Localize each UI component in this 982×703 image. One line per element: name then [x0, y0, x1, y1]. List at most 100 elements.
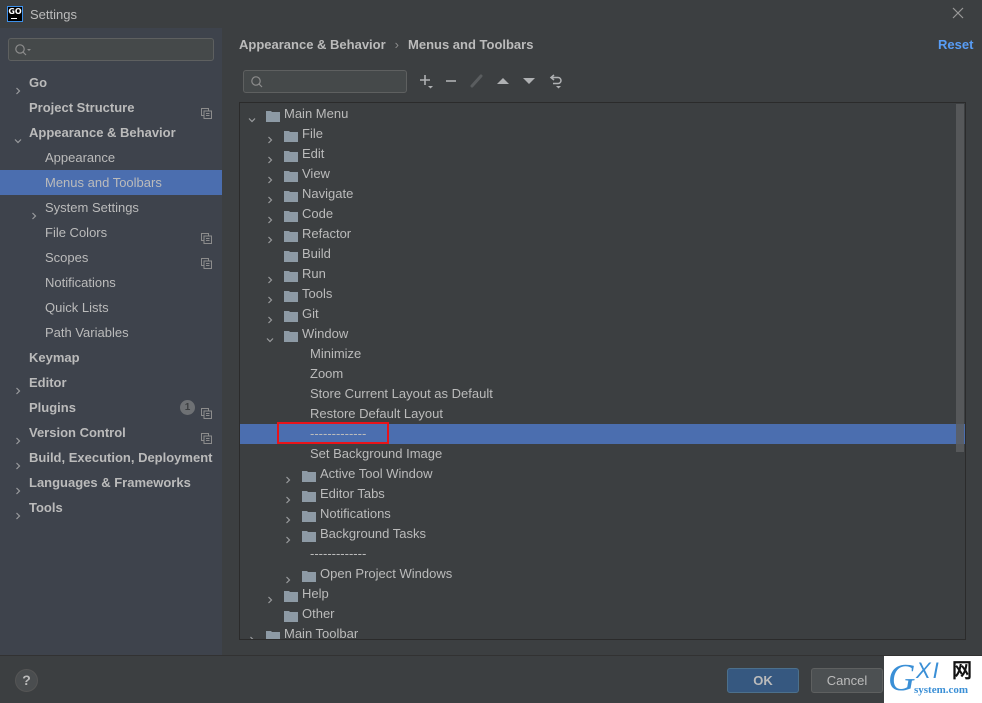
sidebar-item-plugins[interactable]: Plugins 1 — [0, 395, 222, 420]
tree-row[interactable]: Run — [240, 264, 965, 284]
tree-row[interactable]: File — [240, 124, 965, 144]
tree-row[interactable]: Build — [240, 244, 965, 264]
help-button[interactable]: ? — [15, 669, 38, 692]
chevron-down-icon[interactable] — [266, 330, 274, 343]
tree-row[interactable]: Set Background Image — [240, 444, 965, 464]
sidebar-item-label: Tools — [29, 500, 63, 515]
cancel-button[interactable]: Cancel — [811, 668, 883, 693]
chevron-right-icon[interactable] — [14, 503, 22, 520]
chevron-right-icon[interactable] — [14, 78, 22, 95]
chevron-right-icon[interactable] — [30, 203, 38, 220]
tree-row[interactable]: Minimize — [240, 344, 965, 364]
sidebar-item-tools[interactable]: Tools — [0, 495, 222, 520]
sidebar-item-file-colors[interactable]: File Colors — [0, 220, 222, 245]
chevron-right-icon[interactable] — [284, 530, 292, 544]
sidebar-item-menus-and-toolbars[interactable]: Menus and Toolbars — [0, 170, 222, 195]
sidebar-item-appearance-behavior[interactable]: Appearance & Behavior — [0, 120, 222, 145]
tree-row[interactable]: Git — [240, 304, 965, 324]
tree-row[interactable]: Main Toolbar — [240, 624, 965, 639]
tree-row[interactable]: Store Current Layout as Default — [240, 384, 965, 404]
folder-icon — [302, 468, 316, 482]
folder-icon — [284, 328, 298, 342]
sidebar-item-go[interactable]: Go — [0, 70, 222, 95]
tree-row[interactable]: Active Tool Window — [240, 464, 965, 484]
tree-row[interactable]: Zoom — [240, 364, 965, 384]
add-button[interactable] — [417, 72, 435, 90]
sidebar-item-build-execution-deployment[interactable]: Build, Execution, Deployment — [0, 445, 222, 470]
chevron-right-icon[interactable] — [14, 453, 22, 470]
chevron-right-icon[interactable] — [266, 270, 274, 284]
tree-row[interactable]: Code — [240, 204, 965, 224]
group-label: Git — [302, 306, 319, 321]
chevron-right-icon[interactable] — [284, 490, 292, 504]
sidebar-item-appearance[interactable]: Appearance — [0, 145, 222, 170]
tree-row[interactable]: Tools — [240, 284, 965, 304]
tree-row[interactable]: Editor Tabs — [240, 484, 965, 504]
tree-row[interactable]: Navigate — [240, 184, 965, 204]
chevron-right-icon[interactable] — [266, 230, 274, 244]
tree-row[interactable]: Refactor — [240, 224, 965, 244]
move-down-button[interactable] — [520, 72, 538, 90]
chevron-right-icon[interactable] — [266, 310, 274, 324]
tree-row[interactable]: Notifications — [240, 504, 965, 524]
breadcrumb-parent[interactable]: Appearance & Behavior — [239, 37, 386, 52]
sidebar-item-system-settings[interactable]: System Settings — [0, 195, 222, 220]
sidebar-item-notifications[interactable]: Notifications — [0, 270, 222, 295]
tree-row[interactable]: Other — [240, 604, 965, 624]
sidebar-item-languages-frameworks[interactable]: Languages & Frameworks — [0, 470, 222, 495]
tree-row[interactable]: Window — [240, 324, 965, 344]
actions-search-input[interactable] — [243, 70, 407, 93]
ok-button[interactable]: OK — [727, 668, 799, 693]
dialog-footer: ? OK Cancel G XI 网 system.com — [0, 655, 982, 703]
tree-row[interactable]: Edit — [240, 144, 965, 164]
tree-row[interactable]: Restore Default Layout — [240, 404, 965, 424]
chevron-right-icon[interactable] — [284, 570, 292, 584]
tree-row[interactable]: Help — [240, 584, 965, 604]
sidebar-item-project-structure[interactable]: Project Structure — [0, 95, 222, 120]
folder-icon — [302, 568, 316, 582]
remove-button[interactable] — [442, 72, 460, 90]
chevron-right-icon[interactable] — [266, 210, 274, 224]
close-icon[interactable] — [950, 5, 966, 21]
action-label: ------------- — [310, 426, 367, 441]
edit-button[interactable] — [468, 72, 486, 90]
watermark-logo: G XI 网 system.com — [884, 656, 982, 703]
restore-button[interactable] — [547, 72, 565, 90]
chevron-down-icon[interactable] — [248, 110, 256, 123]
sidebar-item-editor[interactable]: Editor — [0, 370, 222, 395]
chevron-right-icon[interactable] — [266, 150, 274, 164]
folder-icon — [284, 268, 298, 282]
chevron-right-icon[interactable] — [248, 630, 256, 639]
tree-row[interactable]: ------------- — [240, 544, 965, 564]
tree-row[interactable]: Background Tasks — [240, 524, 965, 544]
chevron-right-icon[interactable] — [266, 130, 274, 144]
chevron-down-icon[interactable] — [14, 128, 22, 144]
chevron-right-icon[interactable] — [284, 470, 292, 484]
chevron-right-icon[interactable] — [266, 590, 274, 604]
actions-tree[interactable]: Main Menu File Edit View Navigate Code Refacto… — [239, 102, 966, 640]
tree-row[interactable]: Open Project Windows — [240, 564, 965, 584]
tree-row[interactable]: Main Menu — [240, 104, 965, 124]
tree-scrollbar[interactable] — [956, 104, 964, 452]
chevron-right-icon[interactable] — [266, 290, 274, 304]
project-level-icon — [201, 427, 212, 444]
chevron-right-icon[interactable] — [14, 428, 22, 445]
chevron-right-icon[interactable] — [284, 510, 292, 524]
sidebar-search-input[interactable] — [8, 38, 214, 61]
chevron-right-icon[interactable] — [266, 170, 274, 184]
sidebar-item-keymap[interactable]: Keymap — [0, 345, 222, 370]
breadcrumb: Appearance & Behavior › Menus and Toolbars — [239, 37, 533, 52]
move-up-button[interactable] — [494, 72, 512, 90]
action-label: Store Current Layout as Default — [310, 386, 493, 401]
sidebar-item-quick-lists[interactable]: Quick Lists — [0, 295, 222, 320]
sidebar-item-path-variables[interactable]: Path Variables — [0, 320, 222, 345]
sidebar-item-version-control[interactable]: Version Control — [0, 420, 222, 445]
reset-link[interactable]: Reset — [938, 37, 973, 52]
chevron-right-icon[interactable] — [266, 190, 274, 204]
tree-row[interactable]: View — [240, 164, 965, 184]
chevron-right-icon[interactable] — [14, 378, 22, 395]
chevron-right-icon[interactable] — [14, 478, 22, 495]
sidebar-item-scopes[interactable]: Scopes — [0, 245, 222, 270]
tree-row[interactable]: ------------- — [240, 424, 965, 444]
settings-sidebar: Go Project Structure Appearance & Behavior… — [0, 28, 222, 655]
